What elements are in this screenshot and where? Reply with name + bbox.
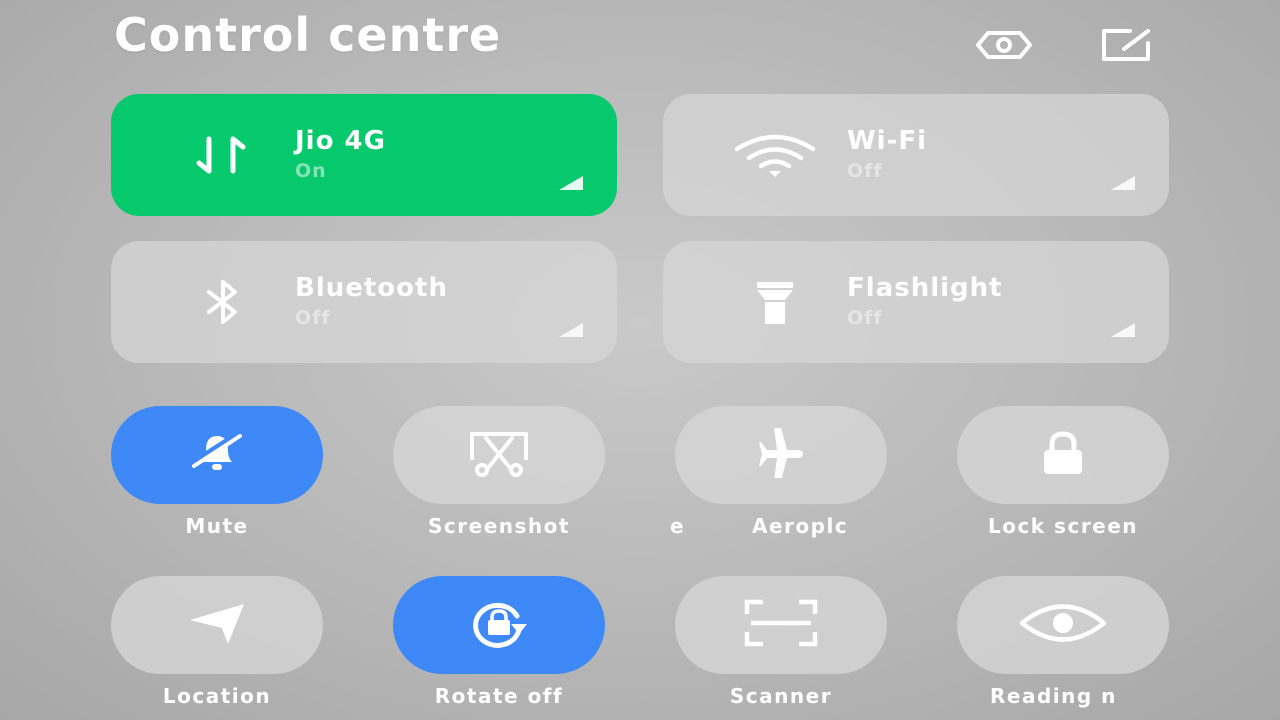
tile-state: Off — [847, 160, 883, 182]
lock-screen-label: Lock screen — [987, 514, 1139, 538]
rotate-toggle[interactable] — [393, 576, 605, 674]
mobile-data-icon — [181, 128, 265, 182]
mute-toggle[interactable] — [111, 406, 323, 504]
expand-corner-icon[interactable] — [1111, 323, 1135, 337]
scanner-toggle[interactable] — [675, 576, 887, 674]
airplane-icon — [741, 420, 821, 488]
location-label: Location — [162, 684, 272, 708]
location-arrow-icon — [182, 598, 252, 652]
bell-off-icon — [182, 428, 252, 482]
tile-wifi[interactable]: Wi-Fi Off — [663, 94, 1169, 216]
rotate-label: Rotate off — [434, 684, 564, 708]
settings-hex-icon[interactable] — [972, 24, 1036, 66]
reading-mode-toggle[interactable] — [957, 576, 1169, 674]
screenshot-toggle[interactable] — [393, 406, 605, 504]
edit-icon[interactable] — [1094, 24, 1158, 66]
expand-corner-icon[interactable] — [559, 323, 583, 337]
bluetooth-icon — [181, 275, 265, 329]
screenshot-label: Screenshot — [428, 514, 570, 538]
scanner-icon — [741, 598, 821, 652]
rotate-lock-icon — [459, 598, 539, 652]
flashlight-icon — [733, 275, 817, 329]
tile-name: Wi-Fi — [847, 126, 928, 156]
tile-name: Flashlight — [847, 273, 1003, 303]
aeroplane-label-row: e Aeroplc — [670, 514, 890, 538]
reading-mode-label: Reading n — [990, 684, 1117, 708]
tile-bluetooth[interactable]: Bluetooth Off — [111, 241, 617, 363]
wifi-icon — [733, 128, 817, 182]
eye-icon — [1018, 598, 1108, 652]
lock-icon — [1028, 428, 1098, 482]
scanner-label: Scanner — [729, 684, 833, 708]
aeroplane-label: Aeroplc — [752, 514, 849, 538]
page-title: Control centre — [114, 8, 502, 62]
screenshot-icon — [464, 428, 534, 482]
location-toggle[interactable] — [111, 576, 323, 674]
tile-mobile-data[interactable]: Jio 4G On — [111, 94, 617, 216]
tile-state: On — [295, 160, 327, 182]
tile-state: Off — [295, 307, 331, 329]
aeroplane-label-prefix: e — [670, 514, 686, 538]
expand-corner-icon[interactable] — [1111, 176, 1135, 190]
tile-name: Bluetooth — [295, 273, 448, 303]
aeroplane-toggle[interactable] — [675, 406, 887, 504]
mute-label: Mute — [185, 514, 249, 538]
expand-corner-icon[interactable] — [559, 176, 583, 190]
tile-flashlight[interactable]: Flashlight Off — [663, 241, 1169, 363]
tile-state: Off — [847, 307, 883, 329]
tile-name: Jio 4G — [295, 126, 386, 156]
lock-screen-toggle[interactable] — [957, 406, 1169, 504]
